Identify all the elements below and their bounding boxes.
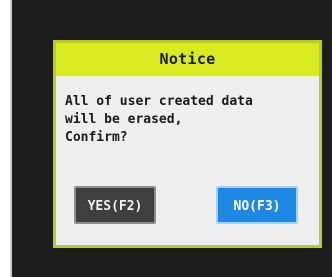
dialog-message: All of user created data will be erased,… [65, 94, 253, 145]
notice-dialog: Notice All of user created data will be … [53, 40, 322, 248]
left-edge-panel [0, 0, 12, 277]
no-button[interactable]: NO(F3) [216, 186, 298, 224]
screen: Notice All of user created data will be … [12, 0, 332, 277]
dialog-title: Notice [56, 43, 319, 76]
yes-button[interactable]: YES(F2) [74, 186, 156, 224]
